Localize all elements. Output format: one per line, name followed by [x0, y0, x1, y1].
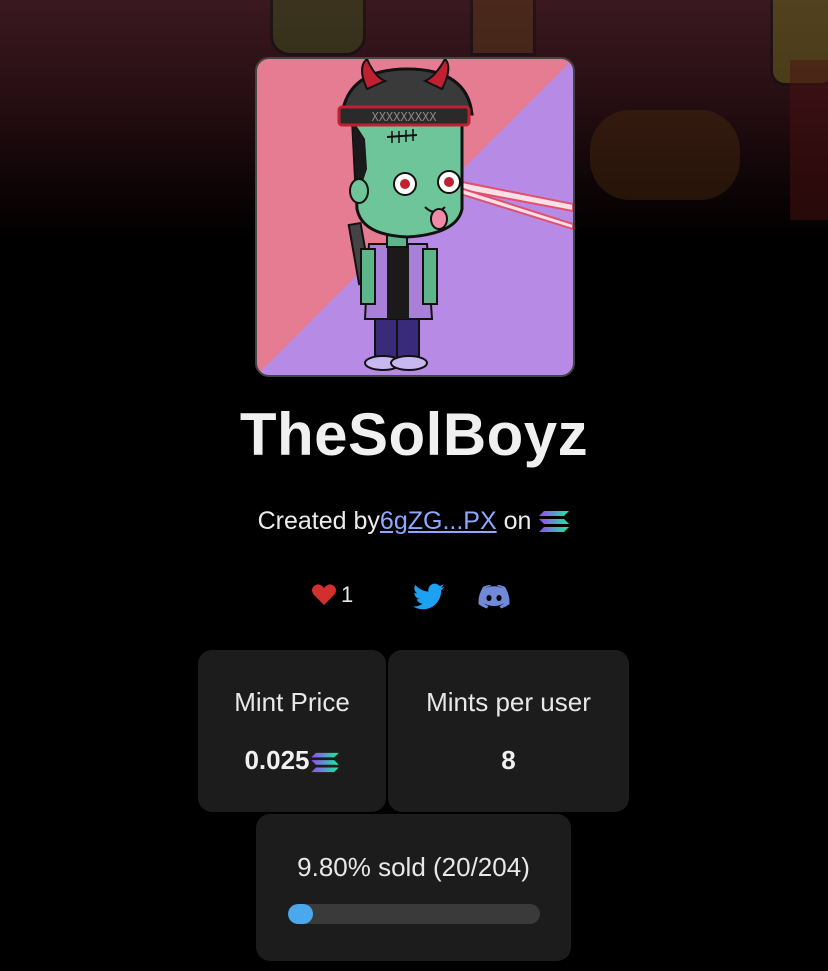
mint-price-value-row: 0.025 — [198, 745, 386, 780]
mint-price-value: 0.025 — [244, 745, 310, 775]
twitter-link[interactable] — [413, 583, 445, 616]
mints-per-user-card: Mints per user 8 — [388, 650, 629, 812]
discord-link[interactable] — [478, 584, 510, 615]
mint-price-label: Mint Price — [234, 687, 350, 717]
progress-fill — [288, 904, 313, 924]
like-button[interactable]: 1 — [311, 582, 353, 608]
twitter-icon — [413, 583, 445, 610]
solana-icon — [310, 749, 340, 780]
solana-icon — [538, 509, 570, 540]
svg-text:XXXXXXXXX: XXXXXXXXX — [371, 110, 437, 124]
mint-progress-card: 9.80% sold (20/204) — [256, 814, 571, 961]
creator-line: Created by6gZG...PX on — [0, 507, 828, 540]
creator-address-link[interactable]: 6gZG...PX — [380, 507, 497, 535]
mints-per-user-label: Mints per user — [426, 687, 591, 717]
on-label: on — [503, 507, 532, 535]
mints-per-user-value: 8 — [501, 745, 516, 775]
collection-title: TheSolBoyz — [239, 401, 589, 468]
discord-icon — [478, 585, 510, 609]
progress-bar — [288, 904, 540, 924]
progress-label: 9.80% sold (20/204) — [297, 852, 530, 882]
social-bar: 1 — [0, 582, 828, 616]
like-count: 1 — [341, 582, 354, 607]
mint-price-card: Mint Price 0.025 — [198, 650, 386, 812]
created-by-label: Created by — [257, 507, 380, 535]
collection-avatar: XXXXXXXXX — [255, 57, 575, 377]
heart-icon — [312, 584, 336, 605]
